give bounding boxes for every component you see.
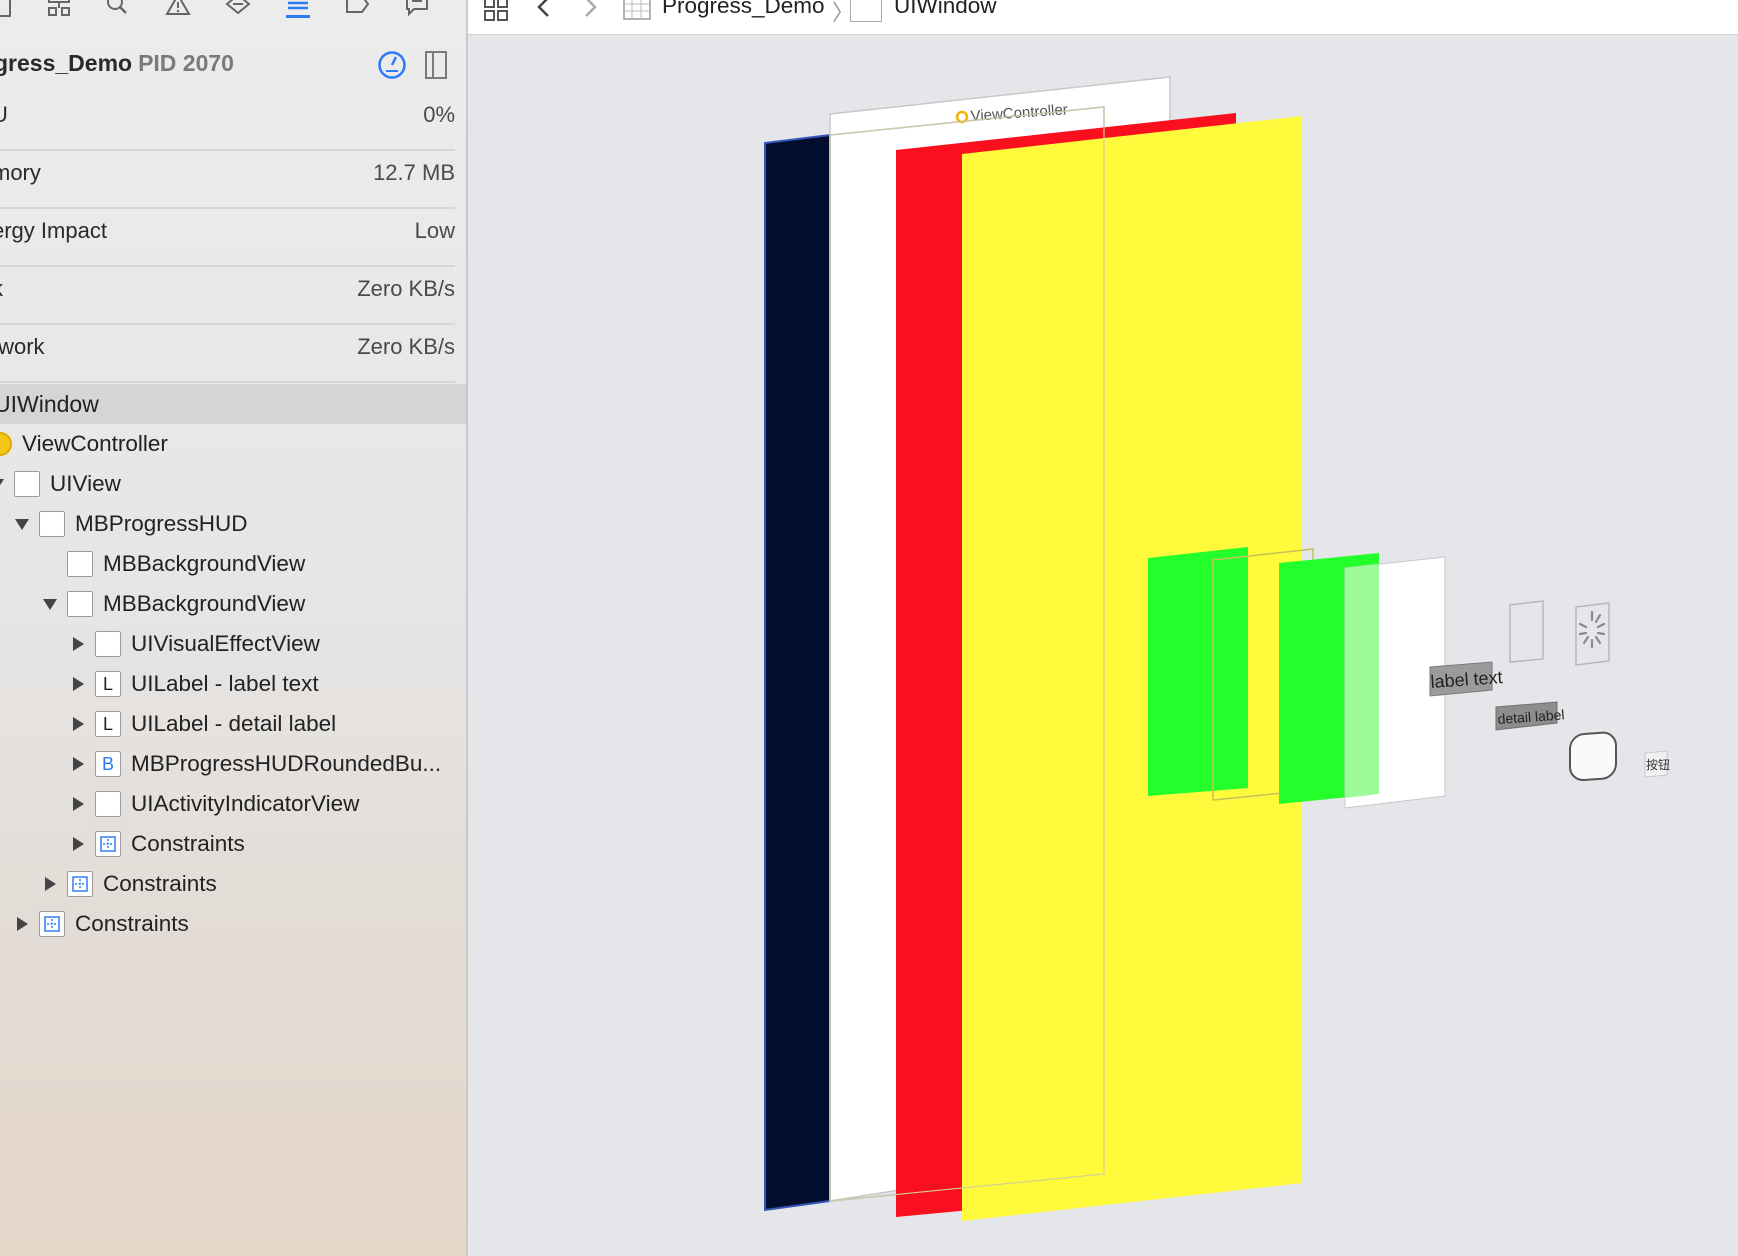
- label-icon: L: [95, 711, 121, 737]
- label-icon: L: [95, 671, 121, 697]
- view-icon: [95, 631, 121, 657]
- warning-icon[interactable]: [161, 0, 195, 22]
- folder-icon[interactable]: [0, 0, 22, 22]
- empty-view-layer[interactable]: [1509, 600, 1544, 663]
- view-debugger-canvas[interactable]: Progress_Demo 〉 UIWindow ViewController …: [468, 0, 1738, 1256]
- viewcontroller-icon: [0, 432, 12, 456]
- disclosure-triangle-icon[interactable]: [67, 793, 89, 815]
- tree-item-uiview[interactable]: UIView: [0, 465, 121, 503]
- metric-value: 12.7 MB: [373, 160, 455, 185]
- mbbackgroundview-green[interactable]: [1148, 547, 1248, 796]
- test-icon[interactable]: [221, 0, 255, 22]
- disclosure-triangle-icon[interactable]: [39, 593, 61, 615]
- 3d-view-hierarchy[interactable]: ViewController label text detail label 按…: [468, 0, 1738, 1256]
- tree-item-activity-indicator[interactable]: UIActivityIndicatorView: [67, 785, 359, 823]
- uiwindow-layer[interactable]: [764, 133, 831, 1212]
- tree-item-label: Constraints: [75, 911, 189, 936]
- constraints-icon: [67, 871, 93, 897]
- rounded-button-layer[interactable]: [1569, 731, 1617, 781]
- tree-item-label: UILabel - detail label: [131, 711, 337, 736]
- tree-item-rounded-button[interactable]: B MBProgressHUDRoundedBu...: [67, 745, 441, 783]
- navigator-tab-bar: [0, 0, 466, 26]
- disclosure-triangle-icon[interactable]: [67, 753, 89, 775]
- constraints-icon: [39, 911, 65, 937]
- metric-value: Zero KB/s: [357, 334, 455, 359]
- tree-item-label: MBProgressHUDRoundedBu...: [131, 751, 442, 776]
- disclosure-triangle-icon[interactable]: [0, 473, 8, 495]
- metric-label: twork: [0, 334, 45, 359]
- metric-row-disk[interactable]: k Zero KB/s: [0, 266, 455, 325]
- metric-row-energy[interactable]: ergy Impact Low: [0, 208, 455, 267]
- tree-item-label: ViewController: [22, 431, 168, 456]
- device-icon[interactable]: [420, 49, 452, 81]
- metric-label: mory: [0, 160, 41, 185]
- tree-item-label: Constraints: [103, 871, 217, 896]
- metric-value: 0%: [423, 102, 455, 127]
- debug-navigator: gress_DemoPID 2070 U 0% mory 12.7 MB erg…: [0, 0, 468, 1256]
- tree-item-label: UIView: [50, 471, 121, 496]
- disclosure-triangle-icon[interactable]: [67, 833, 89, 855]
- metric-label: ergy Impact: [0, 218, 107, 243]
- metric-label: k: [0, 276, 3, 302]
- metric-value: Zero KB/s: [357, 276, 455, 301]
- tree-item-uilabel-detail-label[interactable]: L UILabel - detail label: [67, 705, 336, 743]
- disclosure-triangle-icon[interactable]: [11, 913, 33, 935]
- disclosure-triangle-icon[interactable]: [67, 633, 89, 655]
- disclosure-triangle-icon[interactable]: [11, 513, 33, 535]
- metric-label: U: [0, 102, 8, 128]
- gauge-icon[interactable]: [376, 49, 408, 81]
- tree-item-mbprogresshud[interactable]: MBProgressHUD: [11, 505, 248, 543]
- disclosure-triangle-icon[interactable]: [67, 673, 89, 695]
- tree-item-viewcontroller[interactable]: ViewController: [0, 425, 168, 463]
- view-icon: [67, 591, 93, 617]
- tree-item-mbbackgroundview[interactable]: MBBackgroundView: [39, 545, 305, 583]
- spinner-icon: [1578, 610, 1606, 649]
- tree-item-mbbackgroundview-expanded[interactable]: MBBackgroundView: [39, 585, 305, 623]
- tree-root-uiwindow[interactable]: UIWindow: [0, 384, 466, 424]
- tree-item-label: UILabel - label text: [131, 671, 319, 696]
- process-name: gress_Demo PID 2070: [0, 50, 234, 76]
- button-title-text: 按钮: [1646, 757, 1670, 772]
- tree-item-label: UIActivityIndicatorView: [131, 791, 360, 816]
- constraints-icon: [95, 831, 121, 857]
- tree-item-uilabel-label-text[interactable]: L UILabel - label text: [67, 665, 319, 703]
- tree-item-label: MBProgressHUD: [75, 511, 248, 536]
- view-icon: [14, 471, 40, 497]
- tree-item-uivisualeffectview[interactable]: UIVisualEffectView: [67, 625, 320, 663]
- breakpoint-icon[interactable]: [340, 0, 374, 22]
- debug-navigator-icon[interactable]: [281, 0, 315, 22]
- view-icon: [39, 511, 65, 537]
- metric-value: Low: [414, 218, 455, 243]
- hierarchy-icon[interactable]: [42, 0, 76, 22]
- view-icon: [95, 791, 121, 817]
- disclosure-triangle-icon[interactable]: [67, 713, 89, 735]
- metric-row-cpu[interactable]: U 0%: [0, 92, 455, 151]
- view-icon: [67, 551, 93, 577]
- metric-row-memory[interactable]: mory 12.7 MB: [0, 150, 455, 209]
- tree-item-label: MBBackgroundView: [103, 551, 306, 576]
- tree-item-constraints[interactable]: Constraints: [67, 825, 245, 863]
- process-pid: PID 2070: [138, 50, 234, 76]
- tree-item-label: MBBackgroundView: [103, 591, 306, 616]
- disclosure-triangle-icon[interactable]: [39, 873, 61, 895]
- tree-item-label: UIVisualEffectView: [131, 631, 320, 656]
- tree-item-constraints[interactable]: Constraints: [39, 865, 217, 903]
- button-icon: B: [95, 751, 121, 777]
- metric-row-network[interactable]: twork Zero KB/s: [0, 324, 455, 383]
- search-icon[interactable]: [100, 0, 134, 22]
- tree-item-constraints[interactable]: Constraints: [11, 905, 189, 943]
- detail-label-text: detail label: [1497, 706, 1565, 727]
- uiview-yellow-layer[interactable]: [962, 116, 1302, 1221]
- tree-root-label: UIWindow: [0, 391, 99, 417]
- overlap-tint: [1345, 564, 1379, 798]
- tree-item-label: Constraints: [131, 831, 245, 856]
- process-header: gress_Demo PID 2070: [0, 48, 466, 82]
- report-icon[interactable]: [400, 0, 434, 22]
